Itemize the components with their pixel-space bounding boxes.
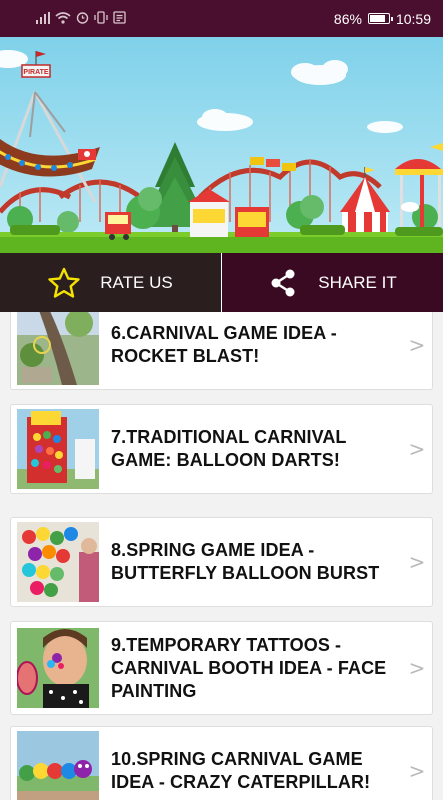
status-right: 86% 10:59: [334, 11, 431, 27]
list-item[interactable]: 9.TEMPORARY TATTOOS - CARNIVAL BOOTH IDE…: [10, 621, 433, 715]
list-item-title: 10.SPRING CARNIVAL GAME IDEA - CRAZY CAT…: [111, 749, 371, 792]
star-icon: [48, 267, 80, 299]
status-icons: [36, 11, 126, 26]
clock: 10:59: [395, 10, 431, 27]
list-item-title: 9.TEMPORARY TATTOOS - CARNIVAL BOOTH IDE…: [111, 634, 387, 701]
list-item[interactable]: 8.SPRING GAME IDEA - BUTTERFLY BALLOON B…: [10, 517, 433, 607]
share-icon: [268, 268, 298, 298]
face-painting-thumbnail: [17, 628, 99, 708]
carnival-banner: PIRATE: [0, 37, 443, 253]
carnival-illustration: PIRATE: [0, 37, 443, 253]
rocket-blast-thumbnail: [17, 312, 99, 385]
action-bar: RATE US SHARE IT: [0, 253, 443, 312]
chevron-right-icon: >: [408, 759, 426, 783]
list-item-title: 6.CARNIVAL GAME IDEA - ROCKET BLAST!: [111, 323, 337, 366]
butterfly-balloon-thumbnail: [17, 522, 99, 602]
signal-icon: [36, 11, 50, 26]
rate-us-label: RATE US: [100, 272, 173, 292]
list-item[interactable]: 7.TRADITIONAL CARNIVAL GAME: BALLOON DAR…: [10, 404, 433, 494]
chevron-right-icon: >: [408, 333, 426, 357]
balloon-darts-thumbnail: [17, 409, 99, 489]
chevron-right-icon: >: [408, 437, 426, 461]
alarm-icon: [76, 11, 89, 26]
battery-icon: [367, 13, 393, 24]
vibrate-icon: [94, 11, 108, 26]
share-it-button[interactable]: SHARE IT: [222, 253, 443, 312]
list-item[interactable]: 6.CARNIVAL GAME IDEA - ROCKET BLAST! >: [10, 312, 433, 390]
wifi-icon: [55, 11, 71, 26]
caterpillar-thumbnail: [17, 731, 99, 800]
notification-icon: [113, 11, 126, 26]
status-bar: 86% 10:59: [0, 0, 443, 37]
list-item[interactable]: 10.SPRING CARNIVAL GAME IDEA - CRAZY CAT…: [10, 726, 433, 800]
battery-level: [369, 15, 385, 22]
pirate-sign: PIRATE: [23, 69, 48, 76]
list-item-title: 8.SPRING GAME IDEA - BUTTERFLY BALLOON B…: [111, 540, 380, 583]
list-item-title: 7.TRADITIONAL CARNIVAL GAME: BALLOON DAR…: [111, 427, 347, 470]
share-it-label: SHARE IT: [318, 272, 397, 292]
game-ideas-list: 6.CARNIVAL GAME IDEA - ROCKET BLAST! > 7…: [0, 312, 443, 800]
rate-us-button[interactable]: RATE US: [0, 253, 222, 312]
chevron-right-icon: >: [408, 656, 426, 680]
chevron-right-icon: >: [408, 550, 426, 574]
battery-percent: 86%: [333, 10, 362, 27]
